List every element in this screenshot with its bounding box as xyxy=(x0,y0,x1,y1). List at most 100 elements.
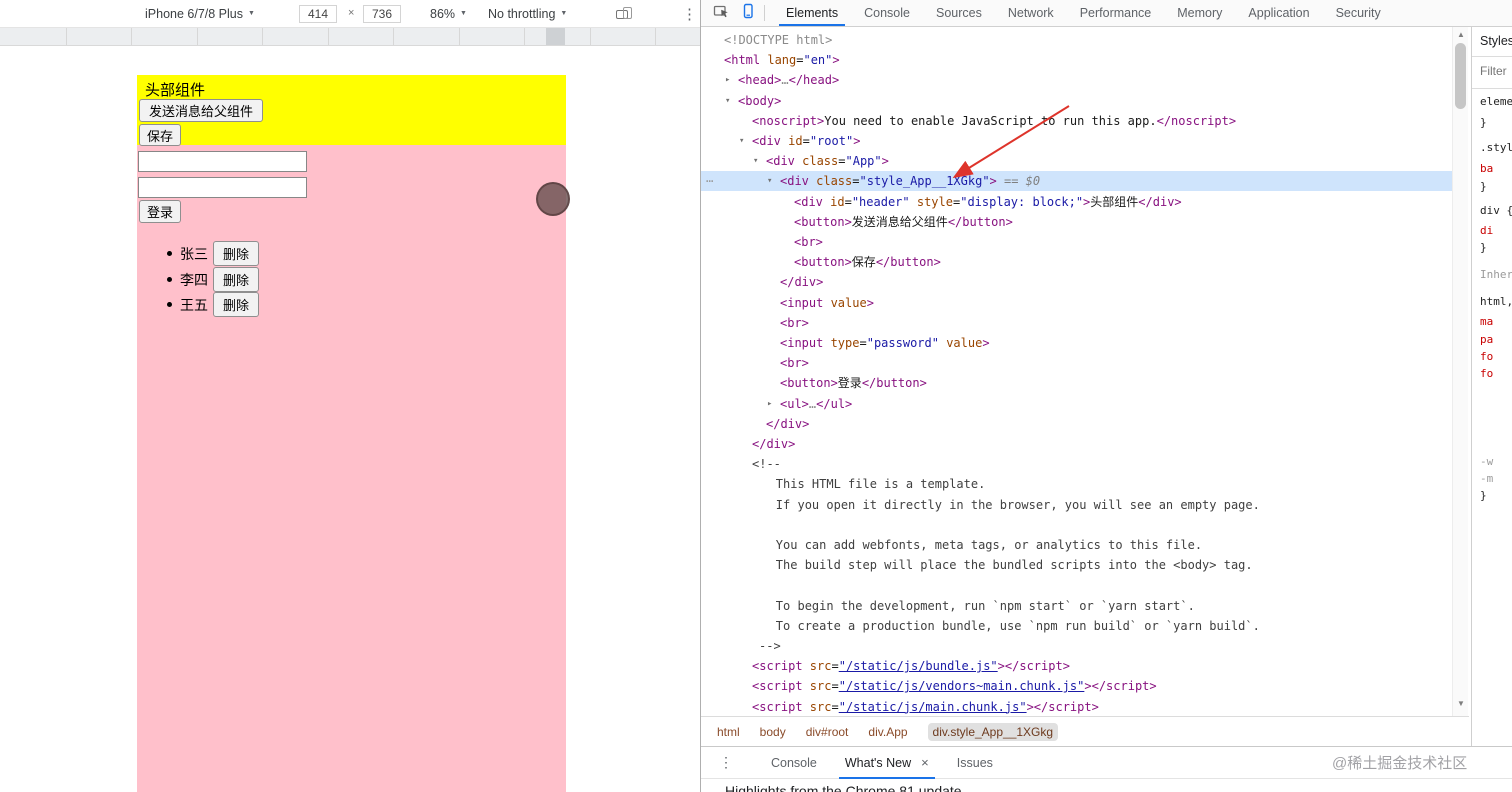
app-header-title: 头部组件 xyxy=(145,82,206,99)
dom-tree-line[interactable]: <html lang="en"> xyxy=(701,50,1452,70)
dom-tree-line[interactable]: <br> xyxy=(701,353,1452,373)
dom-tree-line[interactable]: ▸ <head>…</head> xyxy=(701,70,1452,90)
scroll-up-icon[interactable]: ▲ xyxy=(1453,30,1469,39)
crumb-div-app[interactable]: div.App xyxy=(868,725,907,739)
tab-application[interactable]: Application xyxy=(1235,0,1322,26)
drawer-tab-console[interactable]: Console xyxy=(757,747,831,779)
collapse-node-icon[interactable]: ▾ xyxy=(725,91,730,111)
crumb-body[interactable]: body xyxy=(760,725,786,739)
style-rule-line[interactable]: ba xyxy=(1480,162,1493,175)
dom-tree-line[interactable]: </div> xyxy=(701,434,1452,454)
expand-node-icon[interactable]: ▸ xyxy=(767,394,772,414)
throttling-select[interactable]: No throttling ▼ xyxy=(488,0,567,27)
tab-memory[interactable]: Memory xyxy=(1164,0,1235,26)
password-input[interactable] xyxy=(138,177,307,198)
dom-tree-line[interactable]: This HTML file is a template. xyxy=(701,474,1452,494)
tab-security[interactable]: Security xyxy=(1323,0,1394,26)
drawer-tab-issues[interactable]: Issues xyxy=(943,747,1007,779)
crumb-selected[interactable]: div.style_App__1XGkg xyxy=(927,722,1059,741)
zoom-select[interactable]: 86% ▼ xyxy=(430,0,467,27)
dom-tree-line[interactable]: The build step will place the bundled sc… xyxy=(701,555,1452,575)
dom-tree-line[interactable]: <button>保存</button> xyxy=(701,252,1452,272)
tab-console[interactable]: Console xyxy=(851,0,923,26)
dom-tree-line[interactable] xyxy=(701,575,1452,595)
dom-tree-line[interactable] xyxy=(701,515,1452,535)
dom-tree-line[interactable]: <br> xyxy=(701,313,1452,333)
close-tab-icon[interactable]: × xyxy=(921,755,929,770)
drawer-menu-icon[interactable]: ⋮ xyxy=(719,754,733,771)
scrollbar-thumb[interactable] xyxy=(1455,43,1466,109)
node-options-icon[interactable]: ⋯ xyxy=(706,171,714,191)
collapse-node-icon[interactable]: ▾ xyxy=(753,151,758,171)
collapse-node-icon[interactable]: ▾ xyxy=(767,171,772,191)
save-button[interactable]: 保存 xyxy=(139,124,181,146)
collapse-node-icon[interactable]: ▾ xyxy=(739,131,744,151)
drawer-tab-whats-new[interactable]: What's New × xyxy=(831,747,943,779)
expand-node-icon[interactable]: ▸ xyxy=(725,70,730,90)
dom-tree-line[interactable]: </div> xyxy=(701,272,1452,292)
dom-tree-line[interactable]: ▾ ⋯ <div class="style_App__1XGkg"> == $0 xyxy=(701,171,1452,192)
dom-tree-line[interactable]: <input type="password" value> xyxy=(701,333,1452,353)
tab-network[interactable]: Network xyxy=(995,0,1067,26)
dom-tree-line[interactable]: </div> xyxy=(701,414,1452,434)
dom-tree-line[interactable]: <script src="/static/js/vendors~main.chu… xyxy=(701,676,1452,696)
style-rule-line[interactable]: fo xyxy=(1480,350,1493,363)
viewport-height-input[interactable] xyxy=(363,5,401,23)
dom-tree-line[interactable]: ▾ <body> xyxy=(701,91,1452,111)
dom-tree-line[interactable]: --> xyxy=(701,636,1452,656)
rotate-device-icon[interactable] xyxy=(615,0,633,27)
crumb-html[interactable]: html xyxy=(717,725,740,739)
delete-button[interactable]: 删除 xyxy=(213,241,260,266)
username-input[interactable] xyxy=(138,151,307,172)
style-rule-line[interactable]: } xyxy=(1480,489,1487,502)
tab-sources[interactable]: Sources xyxy=(923,0,995,26)
dom-tree-line[interactable]: <button>登录</button> xyxy=(701,373,1452,393)
dom-tree-line[interactable]: ▸ <ul>…</ul> xyxy=(701,394,1452,414)
login-button[interactable]: 登录 xyxy=(139,200,181,223)
dom-tree-line[interactable]: ▾ <div class="App"> xyxy=(701,151,1452,171)
style-rule-line[interactable]: html, xyxy=(1480,295,1512,308)
device-select[interactable]: iPhone 6/7/8 Plus ▼ xyxy=(145,0,255,27)
viewport-width-input[interactable] xyxy=(299,5,337,23)
scroll-down-icon[interactable]: ▼ xyxy=(1453,699,1469,708)
style-rule-line[interactable]: di xyxy=(1480,224,1493,237)
style-rule-line[interactable]: -w xyxy=(1480,455,1493,468)
toggle-device-toolbar-icon[interactable] xyxy=(740,3,756,24)
dom-tree-line[interactable]: If you open it directly in the browser, … xyxy=(701,495,1452,515)
list-item: 张三 删除 xyxy=(167,241,260,266)
style-rule-line[interactable]: } xyxy=(1480,116,1487,129)
dom-tree-line[interactable]: ▾ <div id="root"> xyxy=(701,131,1452,151)
device-toolbar-menu-icon[interactable]: ⋮ xyxy=(682,0,697,27)
inspect-element-icon[interactable] xyxy=(713,3,730,24)
dom-tree-line[interactable]: To begin the development, run `npm start… xyxy=(701,596,1452,616)
style-rule-line[interactable]: div { xyxy=(1480,204,1512,217)
style-rule-line[interactable]: Inheri xyxy=(1480,268,1512,281)
dom-tree-line[interactable]: <!-- xyxy=(701,454,1452,474)
dom-tree-line[interactable]: <br> xyxy=(701,232,1452,252)
dom-tree-line[interactable]: <div id="header" style="display: block;"… xyxy=(701,192,1452,212)
style-rule-line[interactable]: } xyxy=(1480,180,1487,193)
delete-button[interactable]: 删除 xyxy=(213,292,260,317)
dom-tree-line[interactable]: <script src="/static/js/main.chunk.js"><… xyxy=(701,697,1452,716)
vertical-scrollbar[interactable]: ▲ ▼ xyxy=(1452,27,1468,716)
dom-tree-line[interactable]: <script src="/static/js/bundle.js"></scr… xyxy=(701,656,1452,676)
tab-performance[interactable]: Performance xyxy=(1067,0,1165,26)
style-rule-line[interactable]: } xyxy=(1480,241,1487,254)
bullet-icon xyxy=(167,302,172,307)
dom-tree-line[interactable]: To create a production bundle, use `npm … xyxy=(701,616,1452,636)
tab-elements[interactable]: Elements xyxy=(773,0,851,26)
dom-tree-line[interactable]: <!DOCTYPE html> xyxy=(701,30,1452,50)
style-rule-line[interactable]: fo xyxy=(1480,367,1493,380)
style-rule-line[interactable]: .styl xyxy=(1480,141,1512,154)
dom-tree-line[interactable]: <input value> xyxy=(701,293,1452,313)
send-message-button[interactable]: 发送消息给父组件 xyxy=(139,99,263,122)
style-rule-line[interactable]: ma xyxy=(1480,315,1493,328)
dom-tree-line[interactable]: You can add webfonts, meta tags, or anal… xyxy=(701,535,1452,555)
crumb-div-root[interactable]: div#root xyxy=(806,725,849,739)
style-rule-line[interactable]: eleme xyxy=(1480,95,1512,108)
style-rule-line[interactable]: pa xyxy=(1480,333,1493,346)
dom-tree-line[interactable]: <noscript>You need to enable JavaScript … xyxy=(701,111,1452,131)
delete-button[interactable]: 删除 xyxy=(213,267,260,292)
dom-tree-line[interactable]: <button>发送消息给父组件</button> xyxy=(701,212,1452,232)
style-rule-line[interactable]: -m xyxy=(1480,472,1493,485)
